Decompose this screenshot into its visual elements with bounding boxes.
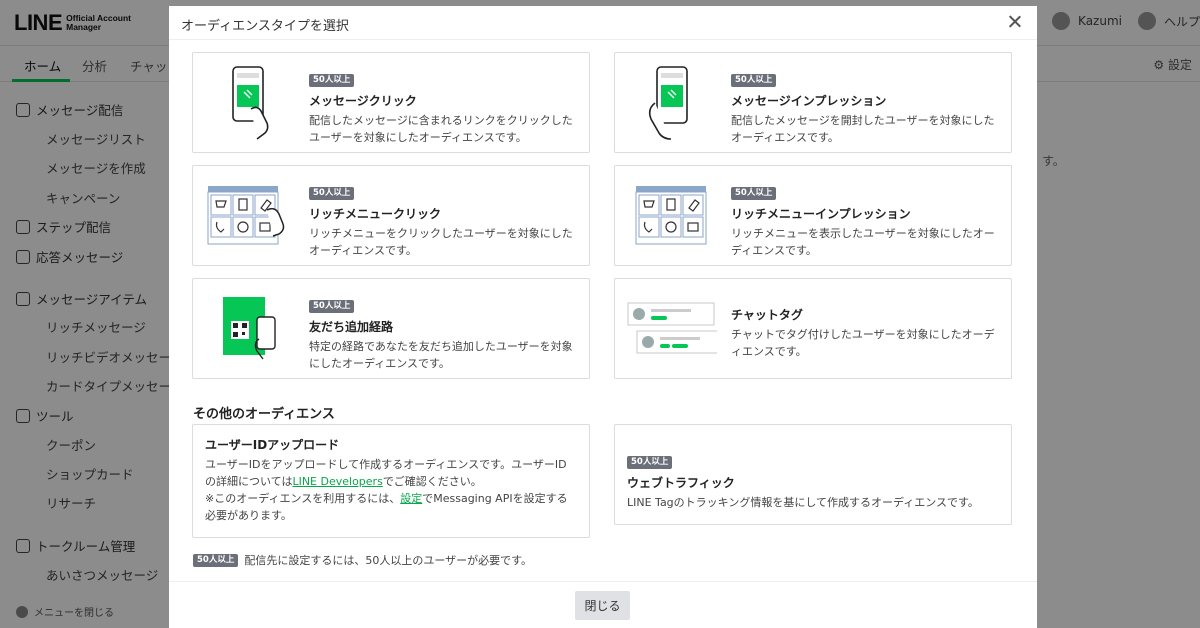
min-users-badge: 50人以上	[731, 187, 777, 200]
card-description: LINE Tagのトラッキング情報を基にして作成するオーディエンスです。	[627, 496, 979, 509]
other-audience-heading: その他のオーディエンス	[193, 407, 335, 422]
card-title: メッセージクリック	[309, 94, 417, 108]
phone-hold-icon	[627, 65, 717, 141]
card-chat-tag[interactable]: チャットタグ チャットでタグ付けしたユーザーを対象にしたオーディエンスです。	[614, 278, 1012, 379]
card-text: 50人以上 メッセージインプレッション 配信したメッセージを開封したユーザーを対…	[731, 67, 997, 146]
card-description: ユーザーIDをアップロードして作成するオーディエンスです。ユーザーIDの詳細につ…	[205, 456, 577, 524]
card-text: 50人以上 リッチメニューインプレッション リッチメニューを表示したユーザーを対…	[731, 180, 997, 259]
chat-tag-icon	[627, 301, 724, 377]
card-richmenu-click[interactable]: 50人以上 リッチメニュークリック リッチメニューをクリックしたユーザーを対象に…	[192, 165, 590, 266]
card-message-impression[interactable]: 50人以上 メッセージインプレッション 配信したメッセージを開封したユーザーを対…	[614, 52, 1012, 153]
card-title: 友だち追加経路	[309, 320, 394, 334]
card-description: リッチメニューをクリックしたユーザーを対象にしたオーディエンスです。	[309, 227, 573, 257]
qr-phone-icon	[217, 293, 307, 369]
card-description: 特定の経路であなたを友だち追加したユーザーを対象にしたオーディエンスです。	[309, 340, 573, 370]
card-text: 50人以上 友だち追加経路 特定の経路であなたを友だち追加したユーザーを対象にし…	[309, 293, 575, 372]
card-user-id-upload[interactable]: ユーザーIDアップロード ユーザーIDをアップロードして作成するオーディエンスで…	[192, 424, 590, 538]
footnote-text: 配信先に設定するには、50人以上のユーザーが必要です。	[244, 554, 533, 567]
card-description: リッチメニューを表示したユーザーを対象にしたオーディエンスです。	[731, 227, 995, 257]
card-text: ユーザーIDアップロード ユーザーIDをアップロードして作成するオーディエンスで…	[205, 437, 577, 524]
modal-header: オーディエンスタイプを選択	[169, 6, 1037, 40]
card-title: メッセージインプレッション	[731, 94, 887, 108]
card-title: リッチメニュークリック	[309, 207, 442, 221]
card-text: チャットタグ チャットでタグ付けしたユーザーを対象にしたオーディエンスです。	[731, 301, 997, 360]
card-description: 配信したメッセージを開封したユーザーを対象にしたオーディエンスです。	[731, 114, 995, 144]
close-button[interactable]: 閉じる	[575, 591, 630, 620]
min-users-badge: 50人以上	[309, 74, 355, 87]
card-title: チャットタグ	[731, 308, 803, 322]
card-friend-add-route[interactable]: 50人以上 友だち追加経路 特定の経路であなたを友だち追加したユーザーを対象にし…	[192, 278, 590, 379]
card-description: チャットでタグ付けしたユーザーを対象にしたオーディエンスです。	[731, 328, 995, 358]
min-users-footnote: 50人以上 配信先に設定するには、50人以上のユーザーが必要です。	[193, 552, 532, 568]
card-description: 配信したメッセージに含まれるリンクをクリックしたユーザーを対象にしたオーディエン…	[309, 114, 573, 144]
audience-type-modal: オーディエンスタイプを選択 50人以上 メッセージクリック 配信したメッセージに…	[169, 6, 1037, 628]
close-icon[interactable]	[1005, 12, 1025, 32]
card-text: 50人以上 リッチメニュークリック リッチメニューをクリックしたユーザーを対象に…	[309, 180, 575, 259]
card-text: 50人以上 メッセージクリック 配信したメッセージに含まれるリンクをクリックした…	[309, 67, 575, 146]
card-message-click[interactable]: 50人以上 メッセージクリック 配信したメッセージに含まれるリンクをクリックした…	[192, 52, 590, 153]
card-richmenu-impression[interactable]: 50人以上 リッチメニューインプレッション リッチメニューを表示したユーザーを対…	[614, 165, 1012, 266]
upload-desc-line2: ※このオーディエンスを利用するには、	[205, 492, 401, 505]
settings-link[interactable]: 設定	[400, 492, 422, 505]
card-web-traffic[interactable]: 50人以上 ウェブトラフィック LINE Tagのトラッキング情報を基にして作成…	[614, 424, 1012, 525]
phone-tap-icon	[205, 65, 295, 141]
richmenu-icon	[635, 184, 725, 260]
richmenu-tap-icon	[207, 184, 297, 260]
min-users-badge: 50人以上	[731, 74, 777, 87]
card-title: ユーザーIDアップロード	[205, 438, 340, 452]
upload-desc-line1-after: でご確認ください。	[382, 475, 482, 488]
card-title: ウェブトラフィック	[627, 476, 735, 490]
min-users-badge: 50人以上	[309, 187, 355, 200]
min-users-badge: 50人以上	[193, 553, 239, 567]
card-title: リッチメニューインプレッション	[731, 207, 911, 221]
line-developers-link[interactable]: LINE Developers	[292, 475, 382, 488]
card-text: 50人以上 ウェブトラフィック LINE Tagのトラッキング情報を基にして作成…	[627, 449, 999, 511]
min-users-badge: 50人以上	[627, 456, 673, 469]
min-users-badge: 50人以上	[309, 300, 355, 313]
modal-footer: 閉じる	[169, 581, 1037, 628]
modal-title: オーディエンスタイプを選択	[181, 19, 349, 34]
